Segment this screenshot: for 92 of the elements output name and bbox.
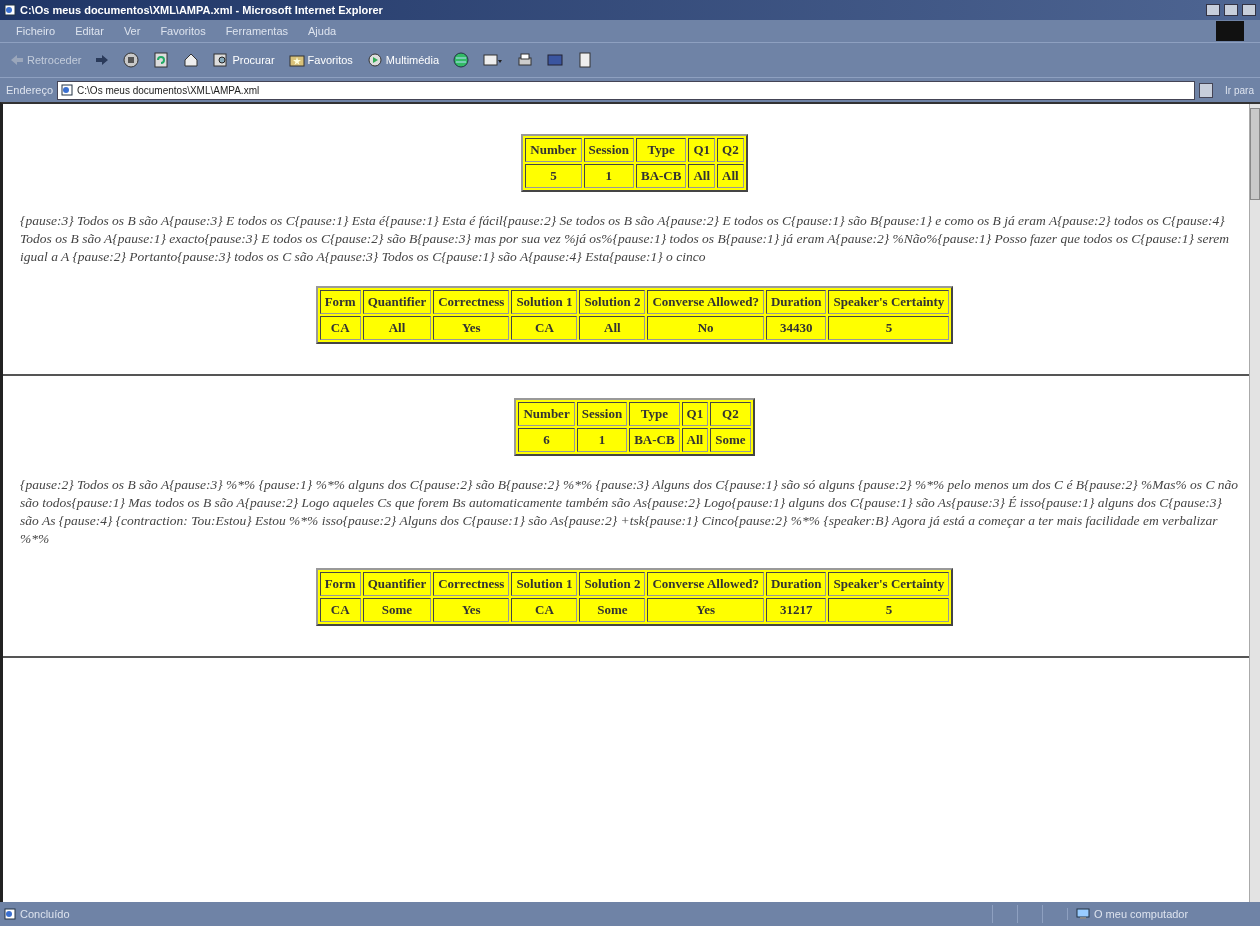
search-icon xyxy=(213,52,230,68)
page-icon xyxy=(4,908,16,920)
menu-item[interactable]: Ajuda xyxy=(308,23,337,39)
column-header: Converse Allowed? xyxy=(647,572,764,596)
column-header: Q1 xyxy=(688,138,716,162)
table-cell: 5 xyxy=(525,164,582,188)
table-cell: All xyxy=(681,428,709,452)
transcript-text: {pause:2} Todos os B são A{pause:3} %*% {pause:1} %*% alguns dos C{pause:2} são B{pause:2} %*% {pause:3} Alguns dos C{pause:1} são só alguns {pause:2} %*% pelo menos um dos C é B{pause:2} %Mas% os C não são todos{pause:1} Mas todos os B são A{pause:2} Logo aqueles Cs que forem Bs automaticamente também são As{pause:2} Logo{pause:1} alguns dos C{pause:1} são As{pause:3} É isso{pause:1} alguns dos C{pause:3} são As {pause:4} {contraction: Tou:Estou} Estou %*% isso{pause:2} Alguns dos C{pause:1} são As{pause:2} +tsk{pause:1} Cinco{pause:2} %*% {speaker:B} Agora já está a começar a ter mais facilidade em verbalizar %*% xyxy=(20,476,1240,548)
table-cell: 5 xyxy=(828,598,950,622)
column-header: Solution 1 xyxy=(511,572,578,596)
address-field[interactable]: C:\Os meus documentos\XML\AMPA.xml xyxy=(57,80,1196,100)
address-label: Endereço xyxy=(6,84,54,96)
minimize-button[interactable] xyxy=(1206,4,1220,16)
column-header: Duration xyxy=(765,572,827,596)
table-cell: CA xyxy=(511,316,578,340)
column-header: Duration xyxy=(765,290,827,314)
column-header: Solution 2 xyxy=(579,572,646,596)
column-header: Speaker's Certainty xyxy=(828,572,950,596)
table-cell: All xyxy=(688,164,716,188)
menu-item[interactable]: Editar xyxy=(75,23,104,39)
maximize-button[interactable] xyxy=(1224,4,1238,16)
table-cell: CA xyxy=(319,598,361,622)
column-header: Correctness xyxy=(433,290,510,314)
table-cell: 1 xyxy=(583,164,634,188)
table-cell: BA-CB xyxy=(636,164,687,188)
media-icon xyxy=(366,52,383,68)
stop-icon xyxy=(123,52,140,68)
table-cell: Some xyxy=(579,598,646,622)
page-icon xyxy=(4,4,16,16)
menu-item[interactable]: Favoritos xyxy=(160,23,206,39)
toolbar-button[interactable] xyxy=(451,50,472,70)
table-cell: 31217 xyxy=(765,598,827,622)
dropdown-button[interactable] xyxy=(1199,82,1214,98)
menu-item[interactable]: Ver xyxy=(123,23,141,39)
page-icon xyxy=(61,84,74,96)
column-header: Correctness xyxy=(433,572,510,596)
refresh-icon xyxy=(153,52,170,68)
column-header: Q2 xyxy=(717,138,744,162)
table-cell: CA xyxy=(511,598,578,622)
column-header: Form xyxy=(319,290,361,314)
column-header: Q1 xyxy=(681,402,709,426)
table-cell: Yes xyxy=(433,316,510,340)
forward-arrow-icon xyxy=(95,54,110,66)
transcript-text: {pause:3} Todos os B são A{pause:3} E todos os C{pause:1} Esta é{pause:1} Esta é fácil{pause:2} Se todos os B são A{pause:2} E todos os C{pause:1} são B{pause:1} e como os B já eram A{pause:2} todos os C{pause:4} Todos os B são A{pause:1} exacto{pause:3} E todos os C{pause:2} são B{pause:3} mas por sua vez %já os%{pause:1} todos os B{pause:1} já eram A{pause:2} %Não%{pause:1} Posso fazer que todos os C{pause:1} serem igual a A {pause:2} Portanto{pause:3} todos os C são A{pause:3} Todos os C{pause:1} são A{pause:4} Esta{pause:1} o cinco xyxy=(20,212,1230,266)
go-button[interactable]: Ir para xyxy=(1217,84,1254,96)
menu-item[interactable]: Ferramentas xyxy=(225,23,288,39)
column-header: Session xyxy=(576,402,628,426)
column-header: Number xyxy=(518,402,575,426)
status-text: Concluído xyxy=(20,908,70,920)
window-title: C:\Os meus documentos\XML\AMPA.xml - Microsoft Internet Explorer xyxy=(20,4,383,16)
back-arrow-icon xyxy=(10,54,24,66)
table-cell: All xyxy=(717,164,744,188)
table-cell: CA xyxy=(319,316,361,340)
document-icon xyxy=(577,52,594,68)
column-header: Number xyxy=(525,138,582,162)
table-cell: Yes xyxy=(433,598,510,622)
toolbar-button[interactable]: Favoritos xyxy=(286,50,355,70)
table-cell: 1 xyxy=(576,428,628,452)
toolbar-button[interactable]: Multimédia xyxy=(364,50,442,70)
printer-icon xyxy=(517,52,534,68)
column-header: Q2 xyxy=(710,402,751,426)
table-cell: BA-CB xyxy=(629,428,680,452)
close-button[interactable] xyxy=(1242,4,1256,16)
column-header: Form xyxy=(319,572,361,596)
table-cell: No xyxy=(647,316,764,340)
table-cell: Some xyxy=(362,598,432,622)
table-cell: All xyxy=(362,316,432,340)
column-header: Quantifier xyxy=(362,572,432,596)
toolbar-button[interactable]: Procurar xyxy=(211,50,277,70)
column-header: Speaker's Certainty xyxy=(828,290,950,314)
column-header: Type xyxy=(636,138,687,162)
column-header: Type xyxy=(629,402,680,426)
globe-icon xyxy=(453,52,470,68)
mail-icon xyxy=(483,52,504,68)
column-header: Solution 1 xyxy=(511,290,578,314)
computer-icon xyxy=(1076,908,1090,920)
menu-item[interactable]: Ficheiro xyxy=(16,23,56,39)
column-header: Session xyxy=(583,138,634,162)
table-cell: 5 xyxy=(828,316,950,340)
table-cell: 6 xyxy=(518,428,575,452)
column-header: Solution 2 xyxy=(579,290,646,314)
table-cell: Yes xyxy=(647,598,764,622)
table-cell: 34430 xyxy=(765,316,827,340)
table-cell: Some xyxy=(710,428,751,452)
toolbar-button[interactable] xyxy=(121,50,142,70)
scrollbar-thumb[interactable] xyxy=(1250,108,1260,200)
home-icon xyxy=(183,52,200,68)
column-header: Quantifier xyxy=(362,290,432,314)
column-header: Converse Allowed? xyxy=(647,290,764,314)
scrollbar[interactable] xyxy=(1249,104,1260,902)
table-cell: All xyxy=(579,316,646,340)
zone-text: O meu computador xyxy=(1094,908,1189,920)
